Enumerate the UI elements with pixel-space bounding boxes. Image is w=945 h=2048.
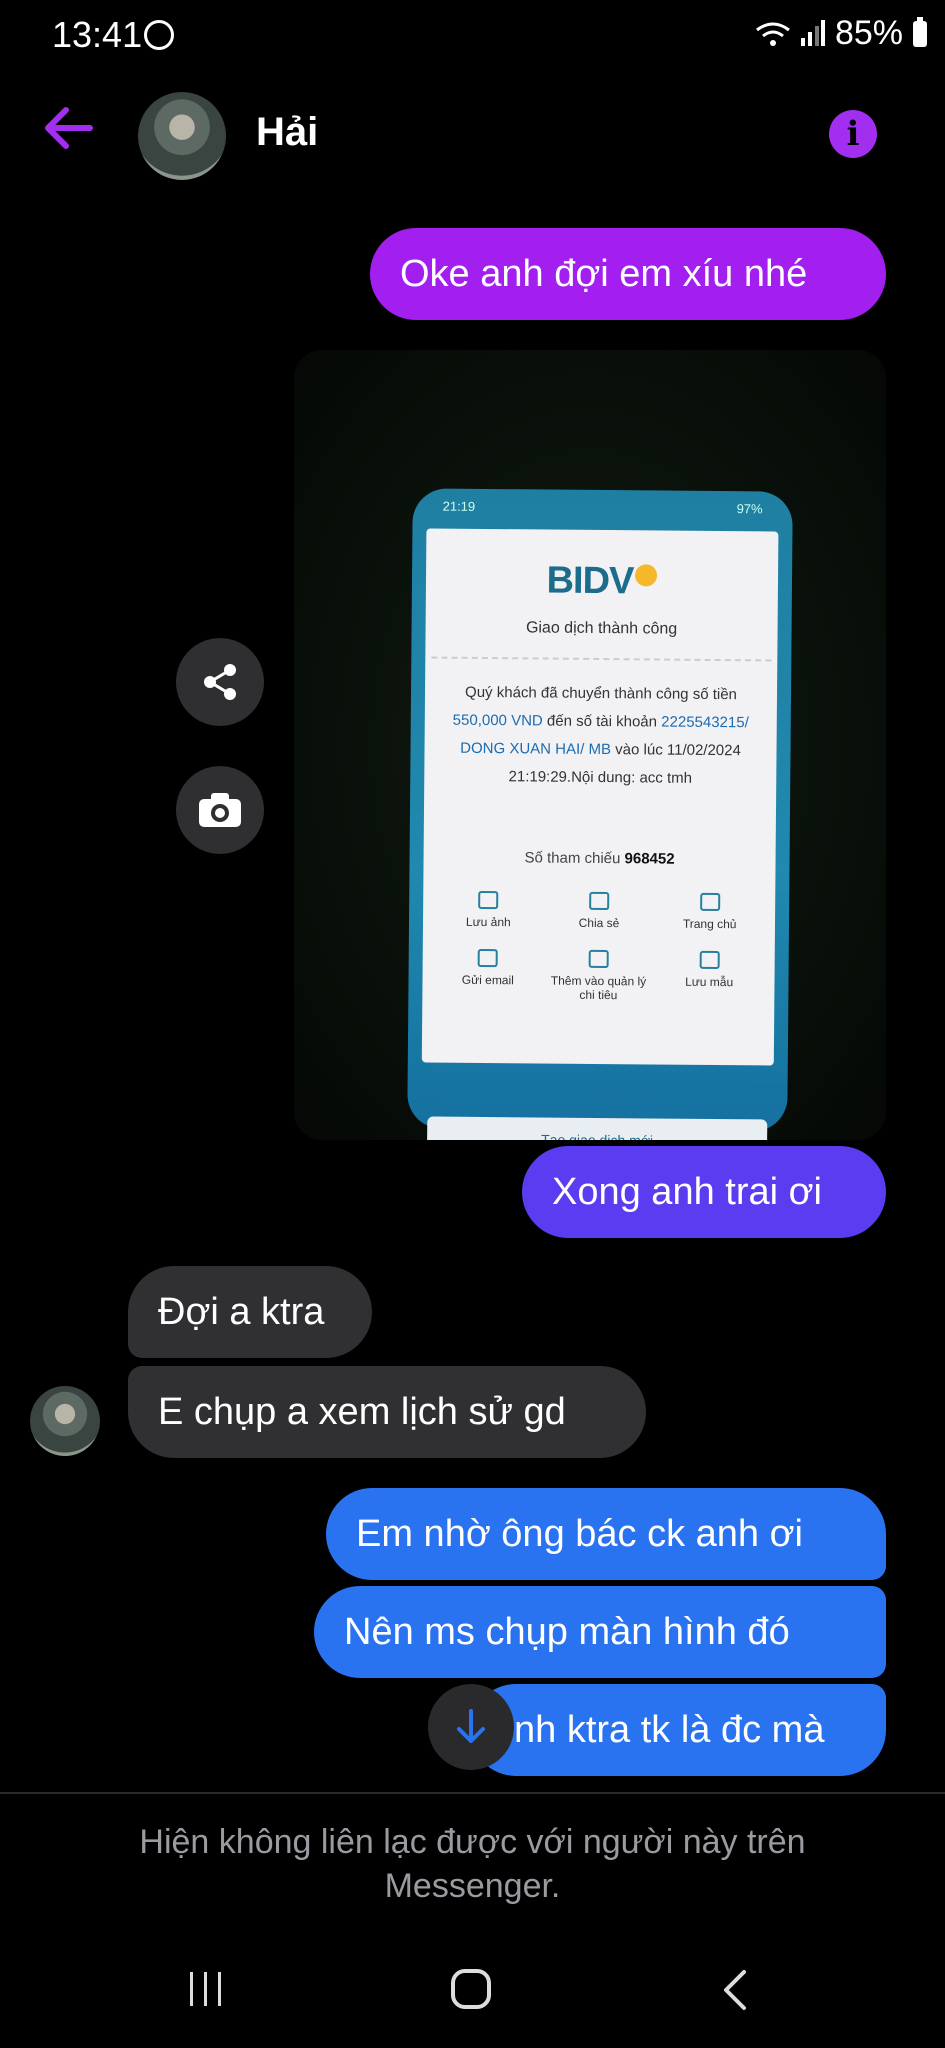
camera-icon (199, 793, 241, 827)
back-nav-icon[interactable] (720, 1968, 750, 2012)
signal-icon (800, 19, 825, 46)
arrow-down-icon (457, 1709, 485, 1743)
outgoing-message[interactable]: Xong anh trai ơi (522, 1146, 886, 1238)
phone-in-photo: 21:19 97% BIDV Giao dịch thành công Quý … (407, 488, 793, 1140)
shared-photo[interactable]: 21:19 97% BIDV Giao dịch thành công Quý … (294, 350, 886, 1140)
unavailable-notice: Hiện không liên lạc được với người này t… (139, 1823, 806, 1905)
status-indicators: 85% (755, 14, 927, 53)
expense-action: Thêm vào quản lý chi tiêu (543, 949, 654, 1003)
bidv-logo: BIDV (426, 558, 778, 604)
save-template-action: Lưu mẫu (654, 950, 765, 1003)
email-action: Gửi email (432, 948, 543, 1002)
recent-apps-icon[interactable] (186, 1968, 226, 2008)
bank-receipt: BIDV Giao dịch thành công Quý khách đã c… (421, 528, 779, 1066)
save-image-action: Lưu ảnh (433, 890, 544, 930)
share-icon (204, 664, 236, 700)
footer-divider (0, 1792, 945, 1794)
receipt-actions: Lưu ảnh Chia sẻ Trang chủ Gửi email Thêm… (432, 890, 765, 1004)
sender-avatar[interactable] (30, 1386, 100, 1456)
scroll-to-bottom-button[interactable] (428, 1684, 514, 1770)
battery-icon (913, 16, 927, 47)
contact-avatar[interactable] (138, 92, 226, 180)
new-transaction-button: Tạo giao dịch mới (426, 1116, 768, 1140)
outgoing-message[interactable]: Nên ms chụp màn hình đó (314, 1586, 886, 1678)
incoming-message[interactable]: Đợi a ktra (128, 1266, 372, 1358)
receipt-body: Quý khách đã chuyển thành công số tiền 5… (452, 683, 749, 787)
outgoing-message[interactable]: nh ktra tk là đc mà (470, 1684, 886, 1776)
share-button[interactable] (176, 638, 264, 726)
status-time: 13:41 (52, 14, 143, 55)
wifi-icon (756, 22, 790, 46)
messenger-notification-icon (144, 20, 174, 50)
home-icon[interactable] (450, 1968, 492, 2010)
outgoing-message[interactable]: Em nhờ ông bác ck anh ơi (326, 1488, 886, 1580)
back-arrow-icon[interactable] (40, 100, 96, 156)
info-icon[interactable]: i (829, 110, 877, 158)
incoming-message[interactable]: E chụp a xem lịch sử gd (128, 1366, 646, 1458)
reference-number: Số tham chiếu 968452 (524, 849, 675, 868)
share-action: Chia sẻ (544, 891, 655, 931)
outgoing-message[interactable]: Oke anh đợi em xíu nhé (370, 228, 886, 320)
camera-button[interactable] (176, 766, 264, 854)
battery-percent: 85% (834, 14, 903, 52)
contact-name[interactable]: Hải (256, 110, 318, 155)
home-action: Trang chủ (654, 892, 765, 931)
receipt-title: Giao dịch thành công (525, 619, 678, 638)
